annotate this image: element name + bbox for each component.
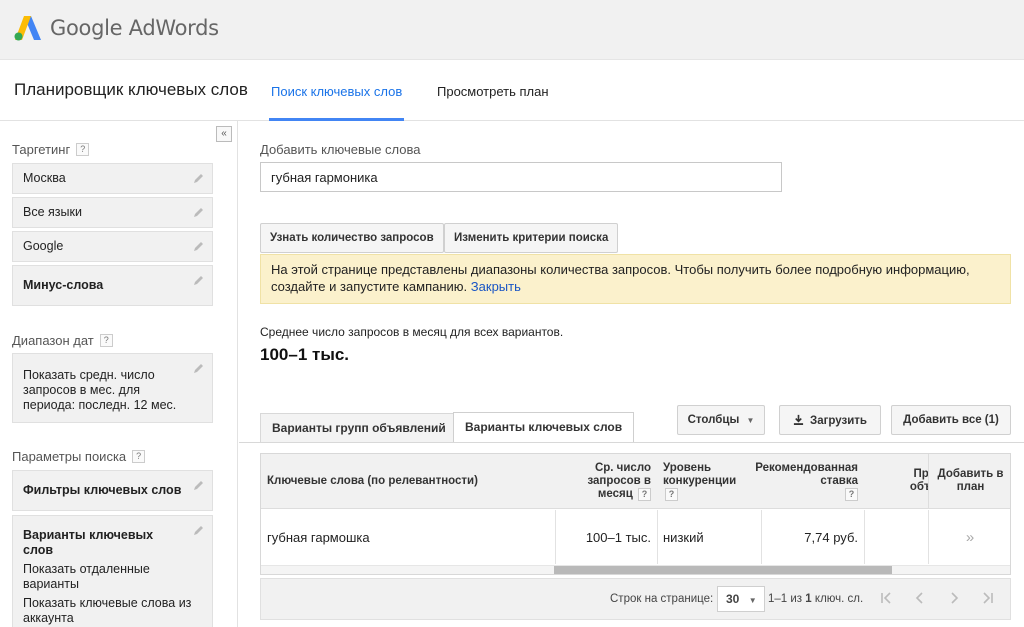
avg-searches-label: Среднее число запросов в месяц для всех … [260, 325, 564, 339]
keyword-filters-box[interactable]: Фильтры ключевых слов [12, 470, 213, 511]
cell-suggested-bid: 7,74 руб. [804, 529, 858, 545]
pencil-icon [194, 364, 203, 373]
download-icon [793, 414, 804, 425]
tab-keyword-search[interactable]: Поиск ключевых слов [268, 84, 405, 121]
column-divider [864, 510, 865, 564]
help-icon[interactable]: ? [845, 487, 858, 501]
keyword-ideas-table: Ключевые слова (по релевантности) Ср. чи… [260, 453, 1011, 575]
targeting-label: Таргетинг ? [12, 142, 90, 157]
col-header-suggested-bid[interactable]: Рекомендованная ставка? [755, 454, 864, 509]
info-notice: На этой странице представлены диапазоны … [260, 254, 1011, 304]
rows-per-page-select[interactable]: 30 ▼ [717, 586, 765, 612]
tab-divider [239, 442, 1024, 443]
targeting-location[interactable]: Москва [12, 163, 213, 194]
pencil-icon [194, 526, 203, 535]
tab-review-plan[interactable]: Просмотреть план [437, 84, 549, 99]
pencil-icon [194, 481, 203, 490]
close-notice-link[interactable]: Закрыть [471, 279, 521, 294]
add-keywords-label: Добавить ключевые слова [260, 142, 421, 157]
table-footer: Строк на странице: 30 ▼ 1–1 из 1 ключ. с… [260, 578, 1011, 620]
collapse-sidebar-button[interactable]: « [216, 126, 232, 142]
modify-search-button[interactable]: Изменить критерии поиска [444, 223, 619, 253]
get-volume-button[interactable]: Узнать количество запросов [260, 223, 444, 253]
targeting-language[interactable]: Все языки [12, 197, 213, 228]
targeting-network[interactable]: Google [12, 231, 213, 262]
col-header-competition[interactable]: Уровень конкуренции ? [657, 454, 761, 509]
col-header-avg-searches[interactable]: Ср. число запросов в месяц ? [555, 454, 657, 509]
date-range-label: Диапазон дат ? [12, 333, 113, 348]
columns-button[interactable]: Столбцы ▼ [677, 405, 765, 435]
pencil-icon [194, 208, 203, 217]
tab-keyword-ideas[interactable]: Варианты ключевых слов [453, 412, 635, 443]
add-all-button[interactable]: Добавить все (1) [891, 405, 1011, 435]
help-icon[interactable]: ? [132, 450, 146, 463]
page-title: Планировщик ключевых слов [14, 80, 248, 99]
top-bar: Google AdWords [0, 0, 1024, 60]
sub-header: Планировщик ключевых слов Поиск ключевых… [0, 60, 1024, 121]
pencil-icon [194, 276, 203, 285]
search-params-label: Параметры поиска ? [12, 449, 146, 464]
logo-text: Google AdWords [50, 16, 219, 40]
adwords-logo-icon [14, 16, 41, 41]
targeting-negative-keywords[interactable]: Минус-слова [12, 265, 213, 306]
help-icon[interactable]: ? [99, 334, 113, 347]
last-page-icon[interactable] [975, 587, 1001, 613]
caret-down-icon: ▼ [748, 596, 757, 605]
page-range-label: 1–1 из 1 ключ. сл. [768, 593, 864, 605]
col-header-impression-share[interactable]: Пр по объяв [864, 454, 928, 509]
pencil-icon [194, 174, 203, 183]
sidebar: « Таргетинг ? Москва Все языки Google Ми… [0, 121, 238, 627]
col-header-add-to-plan: Добавить в план [928, 454, 1010, 509]
add-to-plan-icon[interactable]: » [928, 510, 1010, 564]
prev-page-icon[interactable] [907, 587, 933, 613]
first-page-icon[interactable] [873, 587, 899, 613]
horizontal-scrollbar-thumb[interactable] [554, 566, 892, 574]
main-content: Добавить ключевые слова Узнать количеств… [239, 121, 1024, 627]
cell-avg-searches: 100–1 тыс. [585, 529, 651, 545]
download-button[interactable]: Загрузить [779, 405, 881, 435]
caret-down-icon: ▼ [746, 416, 755, 425]
tab-ad-group-ideas[interactable]: Варианты групп объявлений [260, 413, 458, 442]
keyword-options-box[interactable]: Варианты ключевых слов Показать отдаленн… [12, 515, 213, 627]
help-icon[interactable]: ? [665, 487, 678, 501]
keywords-input[interactable] [260, 162, 782, 192]
adwords-logo[interactable]: Google AdWords [12, 13, 219, 43]
avg-searches-value: 100–1 тыс. [260, 345, 350, 364]
cell-keyword: губная гармошка [267, 529, 370, 545]
cell-competition: низкий [663, 529, 704, 545]
col-header-keyword[interactable]: Ключевые слова (по релевантности) [261, 454, 555, 509]
next-page-icon[interactable] [941, 587, 967, 613]
help-icon[interactable]: ? [76, 143, 90, 156]
rows-per-page-label: Строк на странице: [610, 593, 714, 605]
date-range-box[interactable]: Показать средн. число запросов в мес. дл… [12, 353, 213, 423]
help-icon[interactable]: ? [638, 487, 651, 501]
pencil-icon [194, 242, 203, 251]
